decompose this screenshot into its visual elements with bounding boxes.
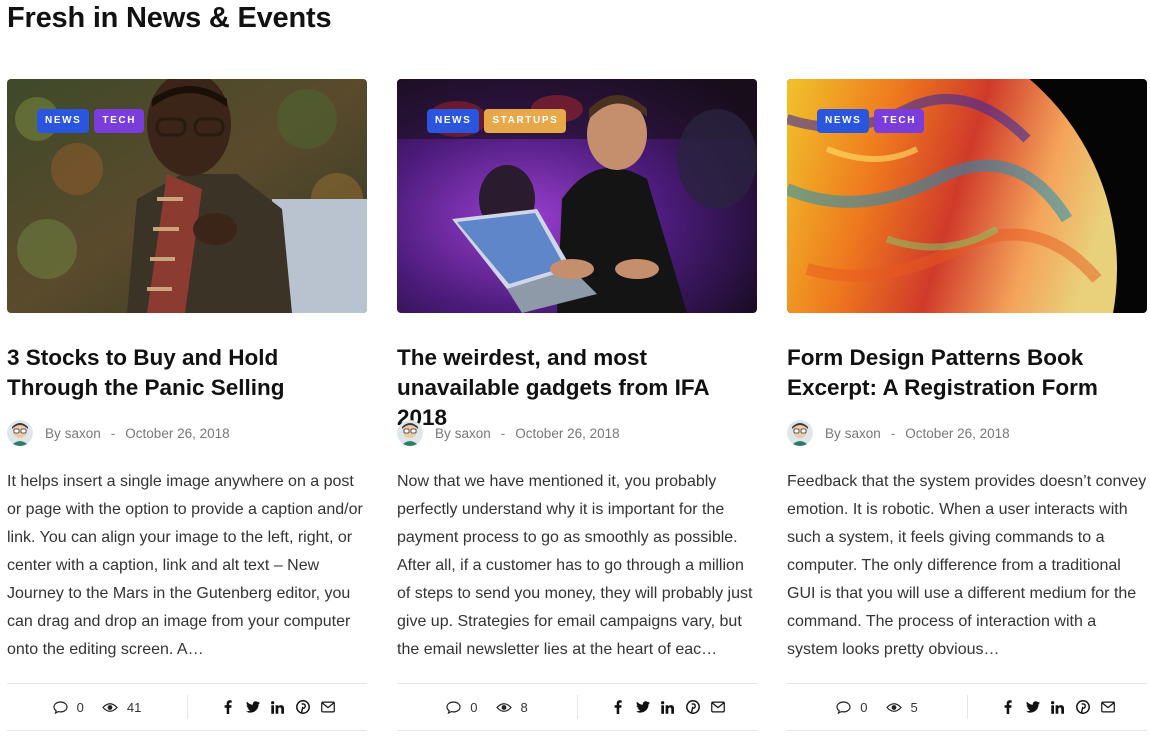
post-meta: By saxon - October 26, 2018	[7, 419, 230, 447]
twitter-icon[interactable]	[1025, 699, 1040, 715]
twitter-icon[interactable]	[245, 699, 260, 715]
pinterest-icon[interactable]	[685, 699, 700, 715]
post-tags: NEWS STARTUPS	[427, 109, 567, 133]
tag-news[interactable]: NEWS	[37, 109, 90, 133]
post-title[interactable]: Form Design Patterns Book Excerpt: A Reg…	[787, 343, 1149, 403]
author-avatar[interactable]	[397, 420, 423, 446]
tag-news[interactable]: NEWS	[427, 109, 480, 133]
linkedin-icon[interactable]	[661, 699, 675, 715]
comment-icon	[446, 700, 461, 714]
comments-count: 0	[76, 699, 84, 715]
author-avatar[interactable]	[787, 420, 813, 446]
meta-separator: -	[890, 425, 896, 441]
email-icon[interactable]	[1100, 699, 1115, 715]
post-thumbnail[interactable]: NEWS TECH	[7, 79, 367, 313]
author-avatar[interactable]	[7, 420, 33, 446]
comments-count: 0	[470, 699, 478, 715]
views-count: 8	[520, 699, 528, 715]
post-date[interactable]: October 26, 2018	[125, 426, 229, 441]
post-stats: 0 8	[397, 700, 577, 715]
linkedin-icon[interactable]	[1051, 699, 1065, 715]
comments-stat[interactable]: 0	[53, 700, 84, 715]
views-stat: 41	[102, 700, 141, 715]
views-count: 41	[126, 699, 142, 715]
post-card: NEWS TECH Form Design Patterns Book Exce…	[787, 79, 1147, 731]
section-title: Fresh in News & Events	[7, 2, 332, 34]
pinterest-icon[interactable]	[1075, 699, 1090, 715]
post-date[interactable]: October 26, 2018	[905, 426, 1009, 441]
share-buttons	[188, 699, 367, 715]
post-footer: 0 41	[7, 683, 367, 731]
share-buttons	[968, 699, 1147, 715]
twitter-icon[interactable]	[635, 699, 650, 715]
post-excerpt: Feedback that the system provides doesn’…	[787, 473, 1147, 658]
facebook-icon[interactable]	[221, 699, 235, 715]
post-date[interactable]: October 26, 2018	[515, 426, 619, 441]
byline-prefix: By	[435, 425, 451, 441]
post-card: NEWS STARTUPS The weirdest, and most una…	[397, 79, 757, 731]
comment-icon	[53, 700, 68, 714]
post-tags: NEWS TECH	[817, 109, 925, 133]
tag-tech[interactable]: TECH	[874, 109, 925, 133]
byline-prefix: By	[825, 425, 841, 441]
tag-startups[interactable]: STARTUPS	[484, 109, 567, 133]
author-name[interactable]: saxon	[65, 426, 101, 441]
comments-stat[interactable]: 0	[446, 699, 478, 715]
meta-separator: -	[110, 425, 116, 441]
comments-count: 0	[860, 699, 868, 715]
views-count: 5	[910, 699, 918, 715]
meta-separator: -	[500, 425, 506, 441]
email-icon[interactable]	[710, 699, 725, 715]
eye-icon	[495, 702, 512, 712]
tag-news[interactable]: NEWS	[817, 109, 870, 133]
author-name[interactable]: saxon	[845, 426, 881, 441]
post-thumbnail[interactable]: NEWS STARTUPS	[397, 79, 757, 313]
post-title[interactable]: 3 Stocks to Buy and Hold Through the Pan…	[7, 343, 369, 403]
byline-prefix: By	[45, 425, 61, 441]
views-stat: 8	[495, 699, 528, 715]
facebook-icon[interactable]	[611, 699, 625, 715]
comments-stat[interactable]: 0	[836, 699, 868, 715]
post-excerpt: Now that we have mentioned it, you proba…	[397, 473, 753, 658]
eye-icon	[885, 702, 902, 712]
pinterest-icon[interactable]	[295, 699, 310, 715]
email-icon[interactable]	[320, 699, 335, 715]
posts-grid: NEWS TECH 3 Stocks to Buy and Hold Throu…	[7, 79, 1147, 739]
views-stat: 5	[885, 699, 918, 715]
post-tags: NEWS TECH	[37, 109, 145, 133]
post-stats: 0 41	[7, 700, 187, 715]
post-thumbnail[interactable]: NEWS TECH	[787, 79, 1147, 313]
facebook-icon[interactable]	[1001, 699, 1015, 715]
eye-icon	[102, 702, 118, 712]
linkedin-icon[interactable]	[271, 699, 285, 715]
post-excerpt: It helps insert a single image anywhere …	[7, 473, 363, 658]
post-card: NEWS TECH 3 Stocks to Buy and Hold Throu…	[7, 79, 367, 731]
author-name[interactable]: saxon	[455, 426, 491, 441]
share-buttons	[578, 699, 757, 715]
post-meta: By saxon - October 26, 2018	[397, 419, 620, 447]
post-meta: By saxon - October 26, 2018	[787, 419, 1010, 447]
post-footer: 0 8	[397, 683, 757, 731]
comment-icon	[836, 700, 851, 714]
tag-tech[interactable]: TECH	[94, 109, 145, 133]
post-stats: 0 5	[787, 700, 967, 715]
post-footer: 0 5	[787, 683, 1147, 731]
